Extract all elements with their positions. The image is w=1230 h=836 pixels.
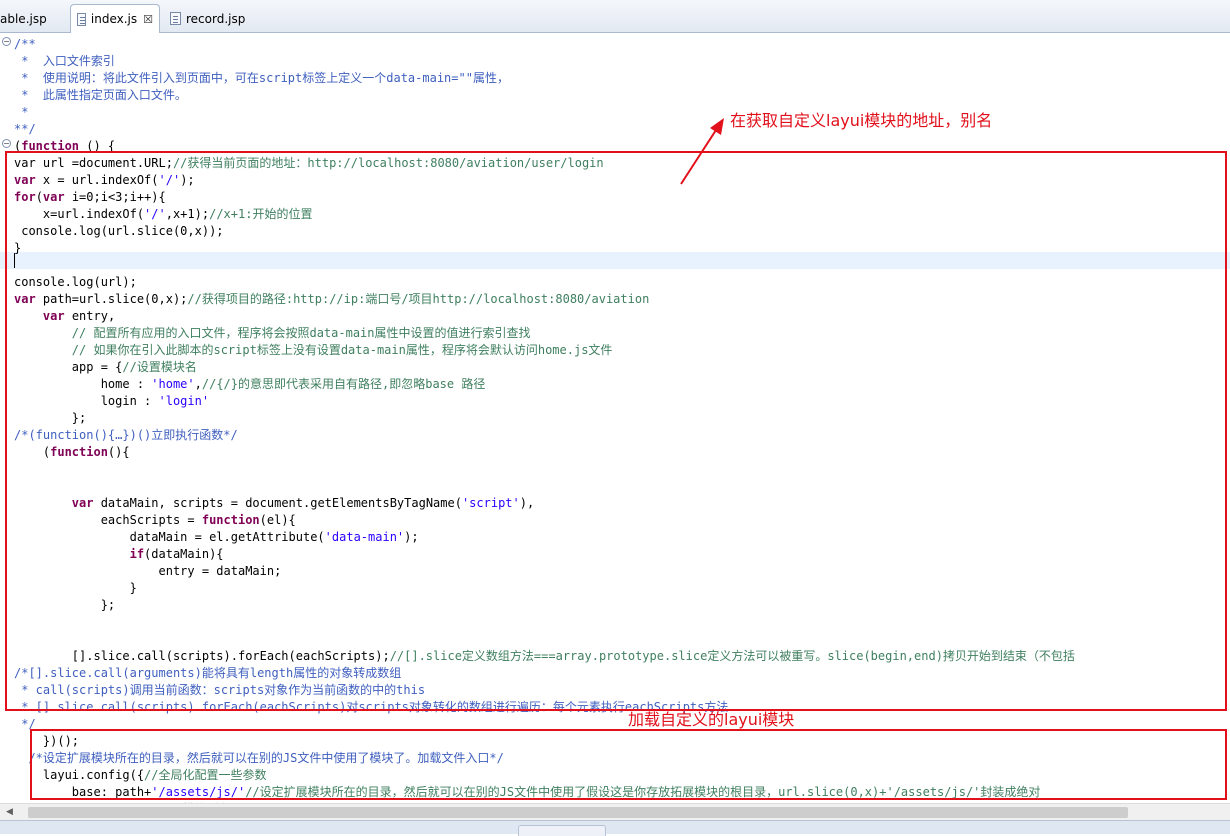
code-token: **/ <box>14 122 36 136</box>
code-line: * 入口文件索引 <box>14 53 115 70</box>
code-line: * 使用说明：将此文件引入到页面中，可在script标签上定义一个data-ma… <box>14 70 509 87</box>
editor-tab-bar: able.jsp index.js ☒ record.jsp <box>0 0 1230 33</box>
annotation-box-layui-load <box>30 729 1227 800</box>
tab-label: index.js <box>90 12 138 26</box>
code-line: /** <box>14 36 36 53</box>
scroll-left-arrow-icon[interactable]: ◀ <box>6 807 13 817</box>
jsp-file-icon <box>170 12 181 25</box>
close-icon[interactable]: ☒ <box>143 13 153 26</box>
annotation-label-config: 在获取自定义layui模块的地址，别名 <box>730 111 993 130</box>
fold-collapse-icon[interactable]: − <box>2 37 11 46</box>
code-token: /** <box>14 37 36 51</box>
tab-record-jsp[interactable]: record.jsp <box>164 4 251 33</box>
tab-index-js[interactable]: index.js ☒ <box>70 4 160 33</box>
code-editor[interactable]: − − /** * 入口文件索引 * 使用说明：将此文件引入到页面中，可在scr… <box>0 33 1230 803</box>
bottom-panel-strip <box>0 820 1230 836</box>
tab-label: able.jsp <box>0 11 47 26</box>
annotation-label-load: 加载自定义的layui模块 <box>628 710 795 729</box>
code-line: * 此属性指定页面入口文件。 <box>14 87 187 104</box>
scrollbar-thumb[interactable] <box>28 807 1128 818</box>
annotation-box-config <box>5 151 1227 711</box>
bottom-panel-tab[interactable] <box>518 825 606 836</box>
code-token: * 入口文件索引 <box>14 54 115 68</box>
tab-label: record.jsp <box>186 11 246 26</box>
code-line: **/ <box>14 121 36 138</box>
horizontal-scrollbar[interactable]: ◀ <box>0 803 1230 820</box>
code-token: * 此属性指定页面入口文件。 <box>14 88 187 102</box>
code-token: * <box>14 105 29 119</box>
fold-collapse-icon[interactable]: − <box>2 139 11 148</box>
code-token: * 使用说明：将此文件引入到页面中，可在script标签上定义一个data-ma… <box>14 71 509 85</box>
tab-able-jsp[interactable]: able.jsp <box>0 4 53 33</box>
js-file-icon <box>77 12 86 26</box>
annotation-arrow-icon <box>680 118 724 185</box>
code-line: * <box>14 104 28 121</box>
